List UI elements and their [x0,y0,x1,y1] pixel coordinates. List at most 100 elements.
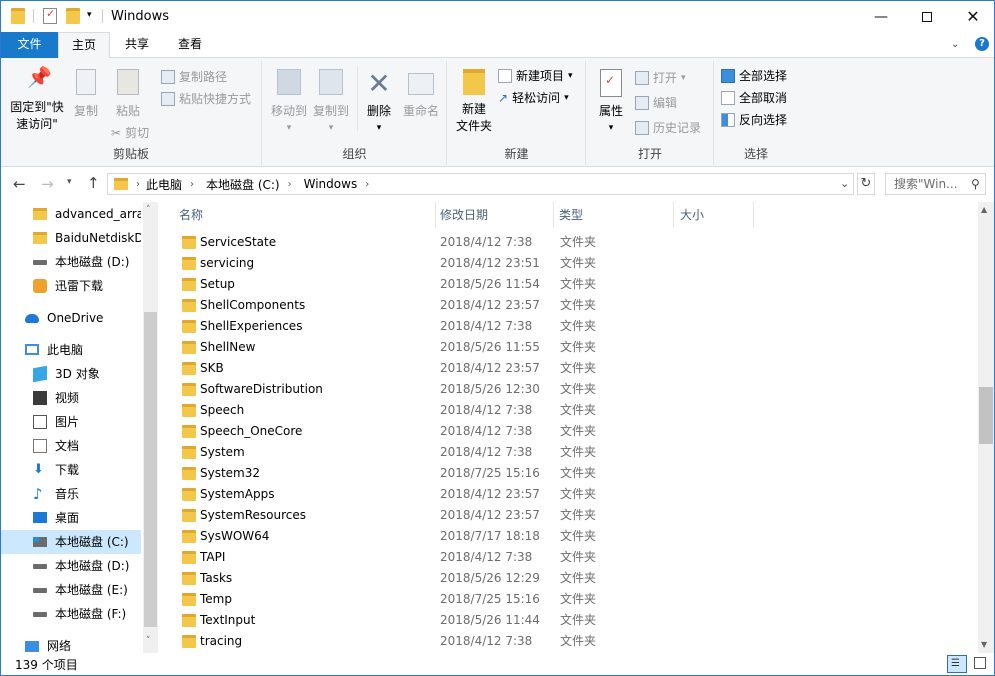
tab-view[interactable]: 查看 [165,32,215,58]
table-row[interactable]: ShellExperiences 2018/4/12 7:38 文件夹 [172,316,672,337]
nav-item[interactable]: 本地磁盘 (E:) [1,578,141,602]
recent-locations-icon[interactable]: ▾ [67,177,72,187]
scrollbar-thumb[interactable] [979,387,993,444]
invert-selection-button[interactable]: 反向选择 [721,110,787,130]
nav-item[interactable]: BaiduNetdiskD [1,226,141,250]
table-row[interactable]: servicing 2018/4/12 23:51 文件夹 [172,253,672,274]
new-folder-qat-button[interactable] [66,8,80,24]
folder-icon [182,446,196,459]
tab-home[interactable]: 主页 [58,32,110,59]
column-header-name[interactable]: 名称 [172,202,436,228]
nav-item[interactable]: 桌面 [1,506,141,530]
copy-path-button[interactable]: 复制路径 [161,67,227,87]
nav-item[interactable]: 文档 [1,434,141,458]
nav-scrollbar[interactable]: ˄ ˅ [143,202,158,653]
breadcrumb-windows[interactable]: Windows › [298,177,376,191]
open-button[interactable]: 打开 ▾ [635,68,686,88]
delete-button[interactable]: ✕ 删除 ▾ [361,69,397,137]
large-icons-view-button[interactable] [971,655,989,673]
select-none-button[interactable]: 全部取消 [721,88,787,108]
up-arrow-icon[interactable]: ↑ [87,174,100,192]
table-row[interactable]: Speech 2018/4/12 7:38 文件夹 [172,400,672,421]
nav-item[interactable]: 本地磁盘 (D:) [1,250,141,274]
minimize-button[interactable]: — [858,1,904,32]
copy-to-button[interactable]: 复制到 ▾ [309,69,353,137]
paste-shortcut-button[interactable]: 粘贴快捷方式 [161,89,251,109]
column-header-date[interactable]: 修改日期 [436,202,554,228]
table-row[interactable]: Tasks 2018/5/26 12:29 文件夹 [172,568,672,589]
table-row[interactable]: SoftwareDistribution 2018/5/26 12:30 文件夹 [172,379,672,400]
column-header-type[interactable]: 类型 [554,202,674,228]
paste-shortcut-label: 粘贴快捷方式 [179,92,252,106]
address-bar[interactable]: › 此电脑 › 本地磁盘 (C:) › Windows › ⌄ [107,173,854,195]
table-row[interactable]: TAPI 2018/4/12 7:38 文件夹 [172,547,672,568]
nav-item[interactable]: OneDrive [1,306,141,330]
table-row[interactable]: System 2018/4/12 7:38 文件夹 [172,442,672,463]
properties-button[interactable]: ✓ 属性 ▾ [593,69,629,137]
column-header-size[interactable]: 大小 [674,202,754,228]
table-row[interactable]: ServiceState 2018/4/12 7:38 文件夹 [172,232,672,253]
select-all-button[interactable]: 全部选择 [721,66,787,86]
chevron-down-icon[interactable]: ⌄ [951,39,959,50]
select-none-icon [721,91,735,105]
nav-item[interactable]: 3D 对象 [1,362,141,386]
new-item-button[interactable]: 新建项目 ▾ [498,66,573,86]
nav-item[interactable]: 网络 [1,634,141,653]
table-row[interactable]: ShellComponents 2018/4/12 23:57 文件夹 [172,295,672,316]
search-input[interactable]: 搜索"Win... ⚲ [885,173,986,195]
copy-button[interactable]: 复制 [69,69,103,120]
paste-button[interactable]: 粘贴 [111,69,145,120]
table-row[interactable]: TextInput 2018/5/26 11:44 文件夹 [172,610,672,631]
breadcrumb-this-pc[interactable]: 此电脑 › [140,176,200,193]
breadcrumb-drive-c[interactable]: 本地磁盘 (C:) › [200,176,298,193]
new-folder-button[interactable]: 新建 文件夹 [452,69,496,135]
nav-scrollbar-thumb[interactable] [144,312,157,627]
nav-item[interactable]: 迅雷下载 [1,274,141,298]
nav-item[interactable]: 图片 [1,410,141,434]
table-row[interactable]: Temp 2018/7/25 15:16 文件夹 [172,589,672,610]
tab-share[interactable]: 共享 [113,32,161,58]
address-dropdown-icon[interactable]: ⌄ [840,177,849,190]
nav-item[interactable]: 本地磁盘 (C:) [1,530,141,554]
table-row[interactable]: SysWOW64 2018/7/17 18:18 文件夹 [172,526,672,547]
nav-item[interactable]: ♪ 音乐 [1,482,141,506]
forward-arrow-icon[interactable]: → [41,175,54,193]
refresh-button[interactable]: ↻ [857,173,875,195]
properties-qat-button[interactable]: ✓ [43,7,57,24]
rename-button[interactable]: 重命名 [399,69,443,120]
history-button[interactable]: 历史记录 [635,118,701,138]
tab-file[interactable]: 文件 [1,32,58,58]
nav-item[interactable]: advanced_arra [1,202,141,226]
table-row[interactable]: Setup 2018/5/26 11:54 文件夹 [172,274,672,295]
maximize-button[interactable] [904,1,950,32]
table-row[interactable]: Speech_OneCore 2018/4/12 7:38 文件夹 [172,421,672,442]
table-row[interactable]: SKB 2018/4/12 23:57 文件夹 [172,358,672,379]
table-row[interactable]: SystemApps 2018/4/12 23:57 文件夹 [172,484,672,505]
edit-button[interactable]: 编辑 [635,93,677,113]
pin-quick-access-button[interactable]: 📌 固定到"快 速访问" [7,67,67,133]
cut-button[interactable]: ✂ 剪切 [111,123,149,143]
scroll-down-icon[interactable]: ˅ [146,636,151,646]
move-to-button[interactable]: 移动到 ▾ [267,69,311,137]
nav-item[interactable]: 此电脑 [1,338,141,362]
scroll-up-icon[interactable]: ▲ [981,205,987,214]
nav-item[interactable]: ⬇ 下载 [1,458,141,482]
nav-item[interactable]: 本地磁盘 (D:) [1,554,141,578]
scroll-up-icon[interactable]: ˄ [146,205,151,215]
easy-access-button[interactable]: ↗ 轻松访问 ▾ [498,88,569,108]
back-arrow-icon[interactable]: ← [13,175,26,193]
close-button[interactable]: ✕ [950,1,994,32]
details-view-button[interactable]: ☰ [947,655,967,673]
move-to-label: 移动到 [270,104,307,118]
table-row[interactable]: SystemResources 2018/4/12 23:57 文件夹 [172,505,672,526]
table-row[interactable]: ShellNew 2018/5/26 11:55 文件夹 [172,337,672,358]
qat-dropdown-icon[interactable]: ▾ [87,10,92,20]
vertical-scrollbar[interactable]: ▲ ▼ [978,202,994,653]
nav-item[interactable]: 视频 [1,386,141,410]
copy-path-icon [161,70,175,84]
scroll-down-icon[interactable]: ▼ [981,640,987,649]
nav-item[interactable]: 本地磁盘 (F:) [1,602,141,626]
table-row[interactable]: tracing 2018/4/12 7:38 文件夹 [172,631,672,652]
help-icon[interactable]: ? [975,37,989,51]
table-row[interactable]: System32 2018/7/25 15:16 文件夹 [172,463,672,484]
